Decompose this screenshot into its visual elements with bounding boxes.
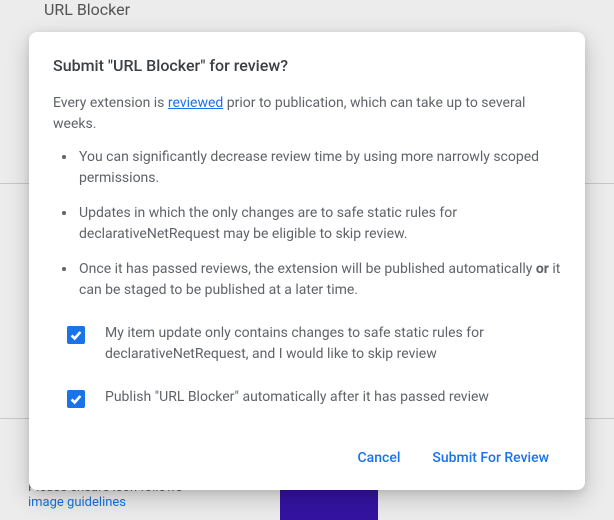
bullet-item: Once it has passed reviews, the extensio… (77, 259, 561, 301)
dialog-actions: Cancel Submit For Review (53, 442, 561, 474)
skip-review-label: My item update only contains changes to … (85, 323, 561, 365)
auto-publish-label: Publish "URL Blocker" automatically afte… (85, 387, 561, 408)
dialog-intro: Every extension is reviewed prior to pub… (53, 93, 561, 135)
submit-for-review-button[interactable]: Submit For Review (420, 442, 561, 474)
dialog-body: Every extension is reviewed prior to pub… (53, 93, 561, 414)
dialog-title: Submit "URL Blocker" for review? (53, 56, 561, 75)
auto-publish-option[interactable]: Publish "URL Blocker" automatically afte… (53, 381, 561, 414)
checkbox-checked-icon[interactable] (67, 326, 85, 344)
reviewed-link[interactable]: reviewed (168, 95, 223, 111)
checkbox-checked-icon[interactable] (67, 390, 85, 408)
bullet-item: Updates in which the only changes are to… (77, 203, 561, 245)
bullet-item: You can significantly decrease review ti… (77, 147, 561, 189)
submit-review-dialog: Submit "URL Blocker" for review? Every e… (29, 32, 585, 490)
cancel-button[interactable]: Cancel (346, 442, 413, 474)
dialog-bullets: You can significantly decrease review ti… (53, 147, 561, 301)
skip-review-option[interactable]: My item update only contains changes to … (53, 317, 561, 371)
